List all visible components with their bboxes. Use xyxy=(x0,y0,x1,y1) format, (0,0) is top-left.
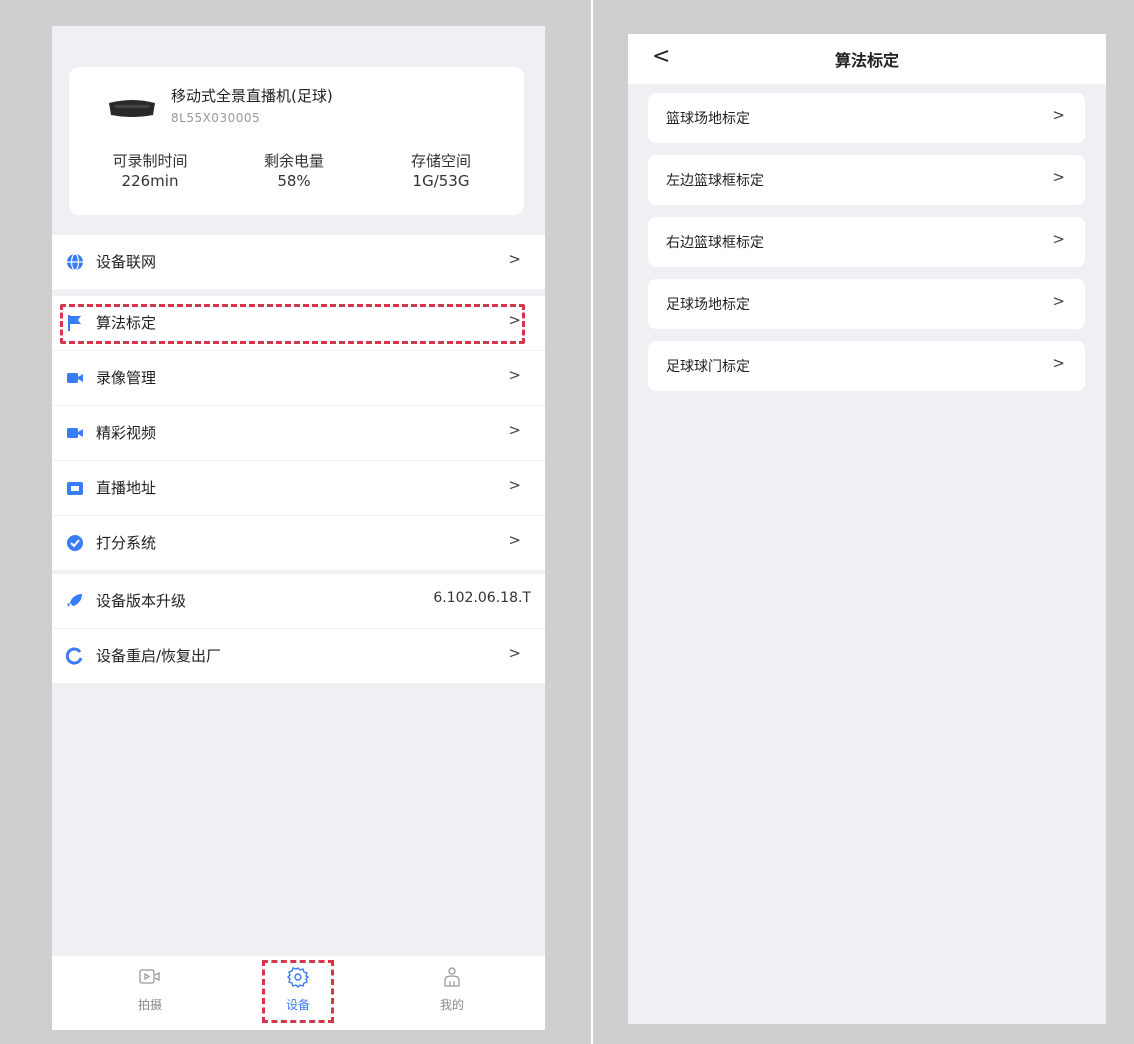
page-title: 算法标定 xyxy=(834,51,899,70)
menu-item-restart-reset[interactable]: 设备重启/恢复出厂 > xyxy=(52,629,545,684)
tab-label: 我的 xyxy=(439,998,464,1012)
restart-icon xyxy=(66,647,83,665)
menu-item-scoring[interactable]: 打分系统 > xyxy=(52,516,545,571)
algorithm-calibration-screen: < 算法标定 篮球场地标定 > 左边篮球框标定 > 右边篮球框标定 > 足球场地… xyxy=(628,34,1106,1024)
stat-label: 剩余电量 xyxy=(263,152,324,170)
device-card[interactable]: 移动式全景直播机(足球) 8L55X030005 可录制时间 226min 剩余… xyxy=(69,67,524,215)
calibration-item-football-field[interactable]: 足球场地标定 > xyxy=(648,279,1085,329)
chevron-right-icon: > xyxy=(508,531,521,549)
menu-group-network: 设备联网 > xyxy=(52,235,545,290)
stat-value: 1G/53G xyxy=(412,172,470,190)
globe-icon xyxy=(67,253,83,271)
tv-icon xyxy=(67,482,83,495)
item-label: 左边篮球框标定 xyxy=(666,173,764,189)
panel-divider xyxy=(591,0,593,1044)
camera-tab-icon xyxy=(139,969,160,984)
chevron-right-icon: > xyxy=(1052,230,1065,248)
tab-device[interactable]: 设备 xyxy=(258,960,338,1023)
chevron-right-icon: > xyxy=(1052,354,1065,372)
tab-label: 拍摄 xyxy=(137,998,162,1012)
menu-item-recording[interactable]: 录像管理 > xyxy=(52,351,545,406)
item-label: 篮球场地标定 xyxy=(666,111,750,127)
menu-label: 设备重启/恢复出厂 xyxy=(96,647,222,665)
firmware-version: 6.102.06.18.T xyxy=(433,590,531,606)
menu-item-network[interactable]: 设备联网 > xyxy=(52,235,545,290)
menu-label: 直播地址 xyxy=(96,479,157,497)
chevron-right-icon: > xyxy=(508,250,521,268)
tab-mine[interactable]: 我的 xyxy=(412,964,492,1013)
menu-group-system: 设备版本升级 6.102.06.18.T 设备重启/恢复出厂 > xyxy=(52,574,545,684)
device-name: 移动式全景直播机(足球) xyxy=(171,87,333,105)
nav-bar: < 算法标定 xyxy=(628,34,1106,84)
stat-value: 226min xyxy=(121,172,179,190)
menu-label: 打分系统 xyxy=(96,534,157,552)
rocket-icon xyxy=(67,594,82,607)
chevron-right-icon: > xyxy=(508,476,521,494)
menu-label: 精彩视频 xyxy=(96,424,157,442)
stat-label: 存储空间 xyxy=(410,152,471,170)
profile-tab-icon xyxy=(444,967,460,987)
item-label: 足球球门标定 xyxy=(666,359,750,375)
stat-battery: 剩余电量 58% xyxy=(234,151,354,191)
calibration-item-left-hoop[interactable]: 左边篮球框标定 > xyxy=(648,155,1085,205)
flag-icon xyxy=(68,315,81,331)
device-screen: 移动式全景直播机(足球) 8L55X030005 可录制时间 226min 剩余… xyxy=(52,26,545,1030)
item-label: 右边篮球框标定 xyxy=(666,235,764,251)
stat-storage: 存储空间 1G/53G xyxy=(381,151,501,191)
video-camera-icon xyxy=(67,373,83,383)
menu-group-main: 算法标定 > 录像管理 > 精彩视频 > 直播地址 > 打分系统 > xyxy=(52,296,545,571)
stat-value: 58% xyxy=(277,172,311,190)
video-camera-icon xyxy=(67,428,83,438)
gear-tab-icon xyxy=(287,967,309,988)
menu-item-firmware-upgrade[interactable]: 设备版本升级 6.102.06.18.T xyxy=(52,574,545,629)
chevron-right-icon: > xyxy=(508,311,521,329)
calibration-item-football-goal[interactable]: 足球球门标定 > xyxy=(648,341,1085,391)
chevron-right-icon: > xyxy=(508,644,521,662)
menu-label: 录像管理 xyxy=(96,369,157,387)
device-serial: 8L55X030005 xyxy=(171,111,261,125)
item-label: 足球场地标定 xyxy=(666,297,750,313)
menu-item-highlights[interactable]: 精彩视频 > xyxy=(52,406,545,461)
tab-label: 设备 xyxy=(285,998,310,1012)
stat-label: 可录制时间 xyxy=(112,152,188,170)
chevron-right-icon: > xyxy=(508,421,521,439)
stat-record-time: 可录制时间 226min xyxy=(90,151,210,191)
bottom-tab-bar: 拍摄 设备 我的 xyxy=(52,956,545,1030)
menu-label: 设备联网 xyxy=(96,253,157,271)
calibration-item-right-hoop[interactable]: 右边篮球框标定 > xyxy=(648,217,1085,267)
device-image xyxy=(109,100,155,117)
tab-shoot[interactable]: 拍摄 xyxy=(110,964,190,1013)
chevron-right-icon: > xyxy=(1052,292,1065,310)
menu-label: 算法标定 xyxy=(96,314,157,332)
menu-label: 设备版本升级 xyxy=(96,592,187,610)
menu-item-algorithm-calibration[interactable]: 算法标定 > xyxy=(52,296,545,351)
chevron-right-icon: > xyxy=(1052,168,1065,186)
calibration-item-basketball-court[interactable]: 篮球场地标定 > xyxy=(648,93,1085,143)
chevron-right-icon: > xyxy=(1052,106,1065,124)
chevron-right-icon: > xyxy=(508,366,521,384)
score-icon xyxy=(67,535,83,551)
menu-item-live-url[interactable]: 直播地址 > xyxy=(52,461,545,516)
